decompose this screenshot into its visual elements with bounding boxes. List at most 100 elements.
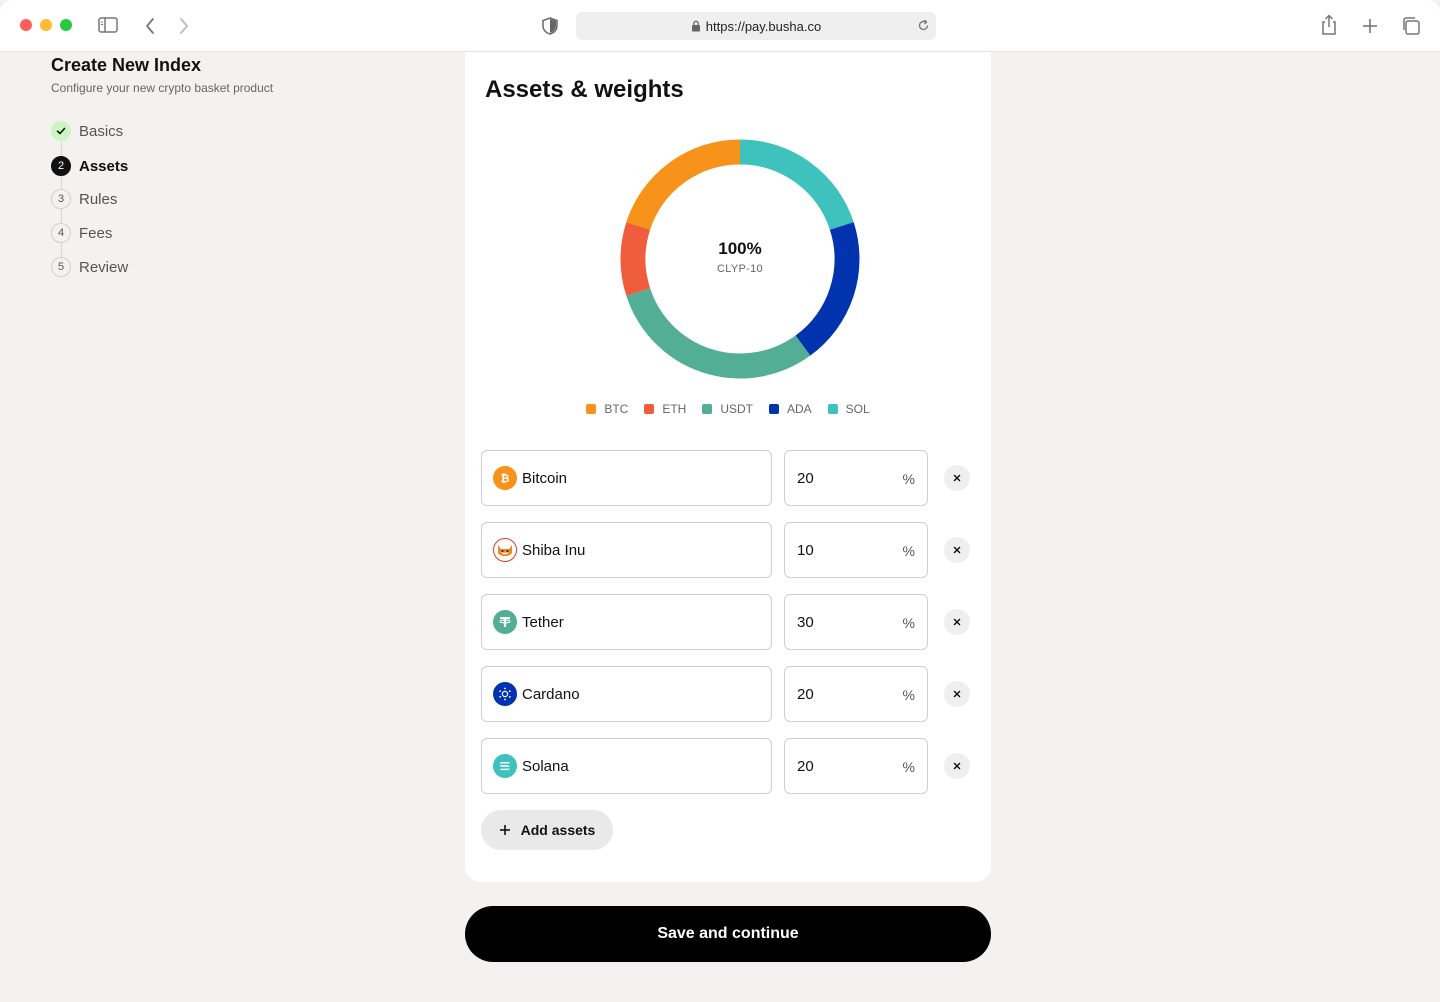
step-number: 2: [51, 156, 71, 176]
back-icon[interactable]: [144, 17, 156, 35]
remove-asset-button[interactable]: [944, 609, 970, 635]
browser-window: https://pay.busha.co Create New Index Co…: [0, 0, 1440, 1002]
donut-slice-usdt: [626, 287, 811, 379]
privacy-shield-icon[interactable]: [542, 17, 558, 35]
asset-name: Solana: [522, 757, 569, 775]
percent-unit: %: [902, 615, 915, 631]
solana-icon: [493, 754, 517, 778]
asset-name: Tether: [522, 613, 564, 631]
bitcoin-icon: ₿: [493, 466, 517, 490]
asset-select[interactable]: Solana: [481, 738, 772, 794]
address-bar[interactable]: https://pay.busha.co: [576, 12, 936, 40]
sidebar-toggle-icon[interactable]: [98, 16, 118, 34]
tether-icon: [493, 610, 517, 634]
percent-unit: %: [902, 687, 915, 703]
weight-input[interactable]: 30 %: [784, 594, 928, 650]
remove-asset-button[interactable]: [944, 681, 970, 707]
legend-label: ETH: [662, 402, 687, 416]
weight-value: 20: [797, 470, 814, 487]
donut-slice-btc: [626, 139, 741, 231]
step-rules[interactable]: 3 Rules: [51, 188, 251, 210]
page-subtitle: Configure your new crypto basket product: [51, 81, 274, 95]
legend-item-usdt: USDT: [702, 402, 753, 416]
share-icon[interactable]: [1320, 14, 1338, 36]
svg-text:₿: ₿: [501, 472, 510, 485]
new-tab-icon[interactable]: [1361, 17, 1379, 35]
save-and-continue-button[interactable]: Save and continue: [465, 906, 991, 962]
asset-row-bitcoin: ₿ Bitcoin 20 %: [481, 450, 981, 506]
asset-row-cardano: Cardano 20 %: [481, 666, 981, 722]
forward-icon[interactable]: [178, 17, 190, 35]
legend-item-btc: BTC: [586, 402, 628, 416]
remove-asset-button[interactable]: [944, 537, 970, 563]
weight-input[interactable]: 10 %: [784, 522, 928, 578]
close-window-button[interactable]: [20, 19, 32, 31]
checkmark-icon: [51, 121, 71, 141]
add-assets-label: Add assets: [520, 822, 596, 838]
step-review[interactable]: 5 Review: [51, 256, 251, 278]
asset-row-solana: Solana 20 %: [481, 738, 981, 794]
card-title: Assets & weights: [485, 76, 684, 103]
asset-select[interactable]: Tether: [481, 594, 772, 650]
chart-legend: BTC ETH USDT ADA SOL: [465, 402, 991, 416]
legend-label: BTC: [604, 402, 629, 416]
step-label: Assets: [79, 157, 129, 175]
step-number: 3: [51, 189, 71, 209]
step-basics[interactable]: Basics: [51, 120, 251, 142]
weight-input[interactable]: 20 %: [784, 450, 928, 506]
weight-value: 20: [797, 758, 814, 775]
asset-row-shiba-inu: Shiba Inu 10 %: [481, 522, 981, 578]
legend-item-eth: ETH: [644, 402, 686, 416]
asset-name: Bitcoin: [522, 469, 568, 487]
weight-value: 10: [797, 542, 814, 559]
weight-input[interactable]: 20 %: [784, 666, 928, 722]
zoom-window-button[interactable]: [60, 19, 72, 31]
asset-select[interactable]: Shiba Inu: [481, 522, 772, 578]
remove-asset-button[interactable]: [944, 465, 970, 491]
legend-label: USDT: [720, 402, 753, 416]
close-icon: [953, 762, 961, 770]
close-icon: [953, 546, 961, 554]
donut-index-name: CLYP-10: [717, 263, 763, 275]
plus-icon: [499, 824, 511, 836]
browser-toolbar: https://pay.busha.co: [0, 0, 1440, 52]
donut-slice-sol: [739, 139, 854, 231]
donut-center: 100% CLYP-10: [620, 239, 860, 275]
shiba-inu-icon: [493, 538, 517, 562]
legend-swatch: [644, 404, 655, 414]
legend-item-sol: SOL: [827, 402, 870, 416]
asset-name: Shiba Inu: [522, 541, 586, 559]
close-icon: [953, 474, 961, 482]
close-icon: [953, 618, 961, 626]
assets-card: Assets & weights 100% CLYP-10 BTC ETH US…: [465, 52, 991, 882]
step-fees[interactable]: 4 Fees: [51, 222, 251, 244]
close-icon: [953, 690, 961, 698]
percent-unit: %: [902, 759, 915, 775]
step-assets[interactable]: 2 Assets: [51, 155, 251, 177]
add-assets-button[interactable]: Add assets: [481, 810, 613, 850]
legend-label: ADA: [786, 402, 812, 416]
lock-icon: [691, 20, 701, 32]
step-number: 4: [51, 223, 71, 243]
weight-value: 20: [797, 686, 814, 703]
asset-select[interactable]: ₿ Bitcoin: [481, 450, 772, 506]
step-label: Fees: [79, 224, 113, 242]
step-number: 5: [51, 257, 71, 277]
legend-swatch: [702, 404, 713, 414]
legend-swatch: [768, 404, 779, 414]
legend-item-ada: ADA: [768, 402, 812, 416]
weight-value: 30: [797, 614, 814, 631]
remove-asset-button[interactable]: [944, 753, 970, 779]
asset-row-tether: Tether 30 %: [481, 594, 981, 650]
legend-swatch: [827, 404, 838, 414]
step-label: Review: [79, 258, 129, 276]
minimize-window-button[interactable]: [40, 19, 52, 31]
page-title: Create New Index: [51, 55, 202, 75]
percent-unit: %: [902, 543, 915, 559]
step-label: Rules: [79, 190, 118, 208]
reload-icon[interactable]: [917, 19, 930, 32]
tab-overview-icon[interactable]: [1401, 16, 1421, 36]
weight-input[interactable]: 20 %: [784, 738, 928, 794]
asset-select[interactable]: Cardano: [481, 666, 772, 722]
cardano-icon: [493, 682, 517, 706]
